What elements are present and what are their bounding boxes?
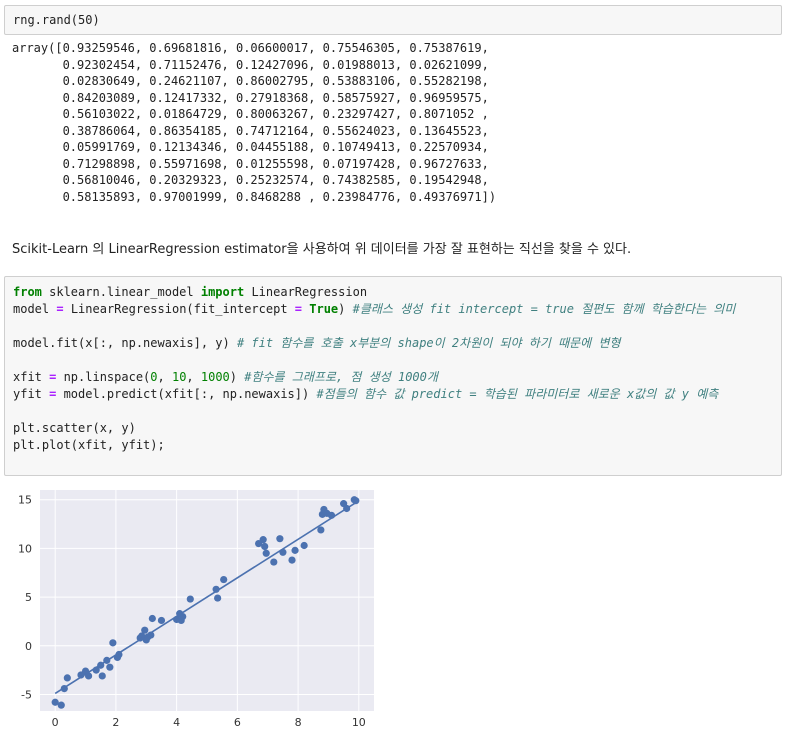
scatter-point: [317, 526, 325, 534]
code-token: True: [309, 302, 339, 316]
code-token: model.fit(x[:, np.newaxis], y): [13, 336, 237, 350]
x-tick-label: 8: [295, 716, 302, 729]
y-tick-label: -5: [21, 688, 32, 701]
scatter-point: [288, 556, 296, 564]
scatter-point: [57, 701, 65, 709]
code-token: LinearRegression(fit_intercept: [63, 302, 295, 316]
scatter-point: [261, 542, 269, 551]
code-token: #클래스 생성 fit intercept = true 절편도 함께 학습한다…: [352, 302, 736, 316]
code-token: np.linspace(: [56, 370, 151, 384]
scatter-point: [220, 575, 228, 584]
code-token: ,: [157, 370, 172, 384]
scatter-point: [186, 595, 194, 603]
cell-output-array: array([0.93259546, 0.69681816, 0.0660001…: [12, 41, 497, 204]
code-token: sklearn.linear_model: [41, 285, 201, 299]
scatter-point: [106, 663, 114, 671]
scatter-point: [270, 558, 278, 566]
scatter-point: [63, 674, 71, 682]
x-tick-label: 4: [173, 716, 180, 729]
code-token: 10: [171, 370, 187, 384]
y-tick-label: 15: [18, 494, 32, 507]
code-token: plt.plot(xfit, yfit);: [13, 438, 165, 452]
code-token: plt.scatter(x, y): [13, 421, 136, 435]
x-tick-label: 0: [52, 716, 59, 729]
code-token: =: [294, 302, 303, 316]
code-token: #함수를 그래프로, 점 생성 1000개: [244, 370, 438, 384]
code-token: model.predict(xfit[:, np.newaxis]): [56, 387, 317, 401]
code-token: from: [13, 285, 42, 299]
scatter-point: [262, 549, 270, 557]
scatter-point: [300, 541, 308, 550]
code-token: model: [13, 302, 57, 316]
scatter-point: [214, 594, 222, 602]
scatter-point: [276, 535, 284, 543]
code-token: xfit: [13, 370, 50, 384]
x-tick-label: 2: [112, 716, 119, 729]
code-token: 0: [150, 370, 158, 384]
x-tick-label: 10: [352, 716, 366, 729]
scatter-point: [259, 536, 267, 544]
y-tick-label: 0: [25, 640, 32, 653]
code-token: yfit: [13, 387, 50, 401]
code-cell-regression[interactable]: from sklearn.linear_model import LinearR…: [4, 276, 782, 476]
code-token: import: [200, 285, 245, 299]
regression-plot: 0 2 4 6 8 10 -5 0 5 10 15: [18, 490, 374, 729]
code-token: 1000: [200, 370, 230, 384]
y-tick-label: 10: [18, 542, 32, 555]
scatter-point: [109, 639, 117, 647]
code-token: ): [338, 302, 353, 316]
code-token: =: [56, 302, 64, 316]
scatter-point: [157, 616, 166, 625]
code-token: LinearRegression: [244, 285, 368, 299]
scatter-point: [291, 546, 299, 554]
code-token: # fit 함수를 호출 x부분의 shape이 2차원이 되야 하기 때문에 …: [236, 336, 621, 350]
code-cell-rand-source: rng.rand(50): [13, 13, 100, 27]
scatter-point: [141, 626, 149, 634]
scatter-point: [98, 672, 106, 680]
scatter-point: [148, 614, 156, 623]
y-tick-label: 5: [25, 591, 32, 604]
code-cell-regression-source: from sklearn.linear_model import LinearR…: [5, 277, 781, 454]
x-tick-label: 6: [234, 716, 241, 729]
code-token: ): [229, 370, 245, 384]
markdown-text: Scikit-Learn 의 LinearRegression estimato…: [12, 242, 632, 257]
code-token: #점들의 함수 값 predict = 학습된 파라미터로 새로운 x값의 값 …: [316, 387, 719, 401]
code-token: ,: [186, 370, 201, 384]
code-cell-rand[interactable]: rng.rand(50): [4, 5, 782, 35]
